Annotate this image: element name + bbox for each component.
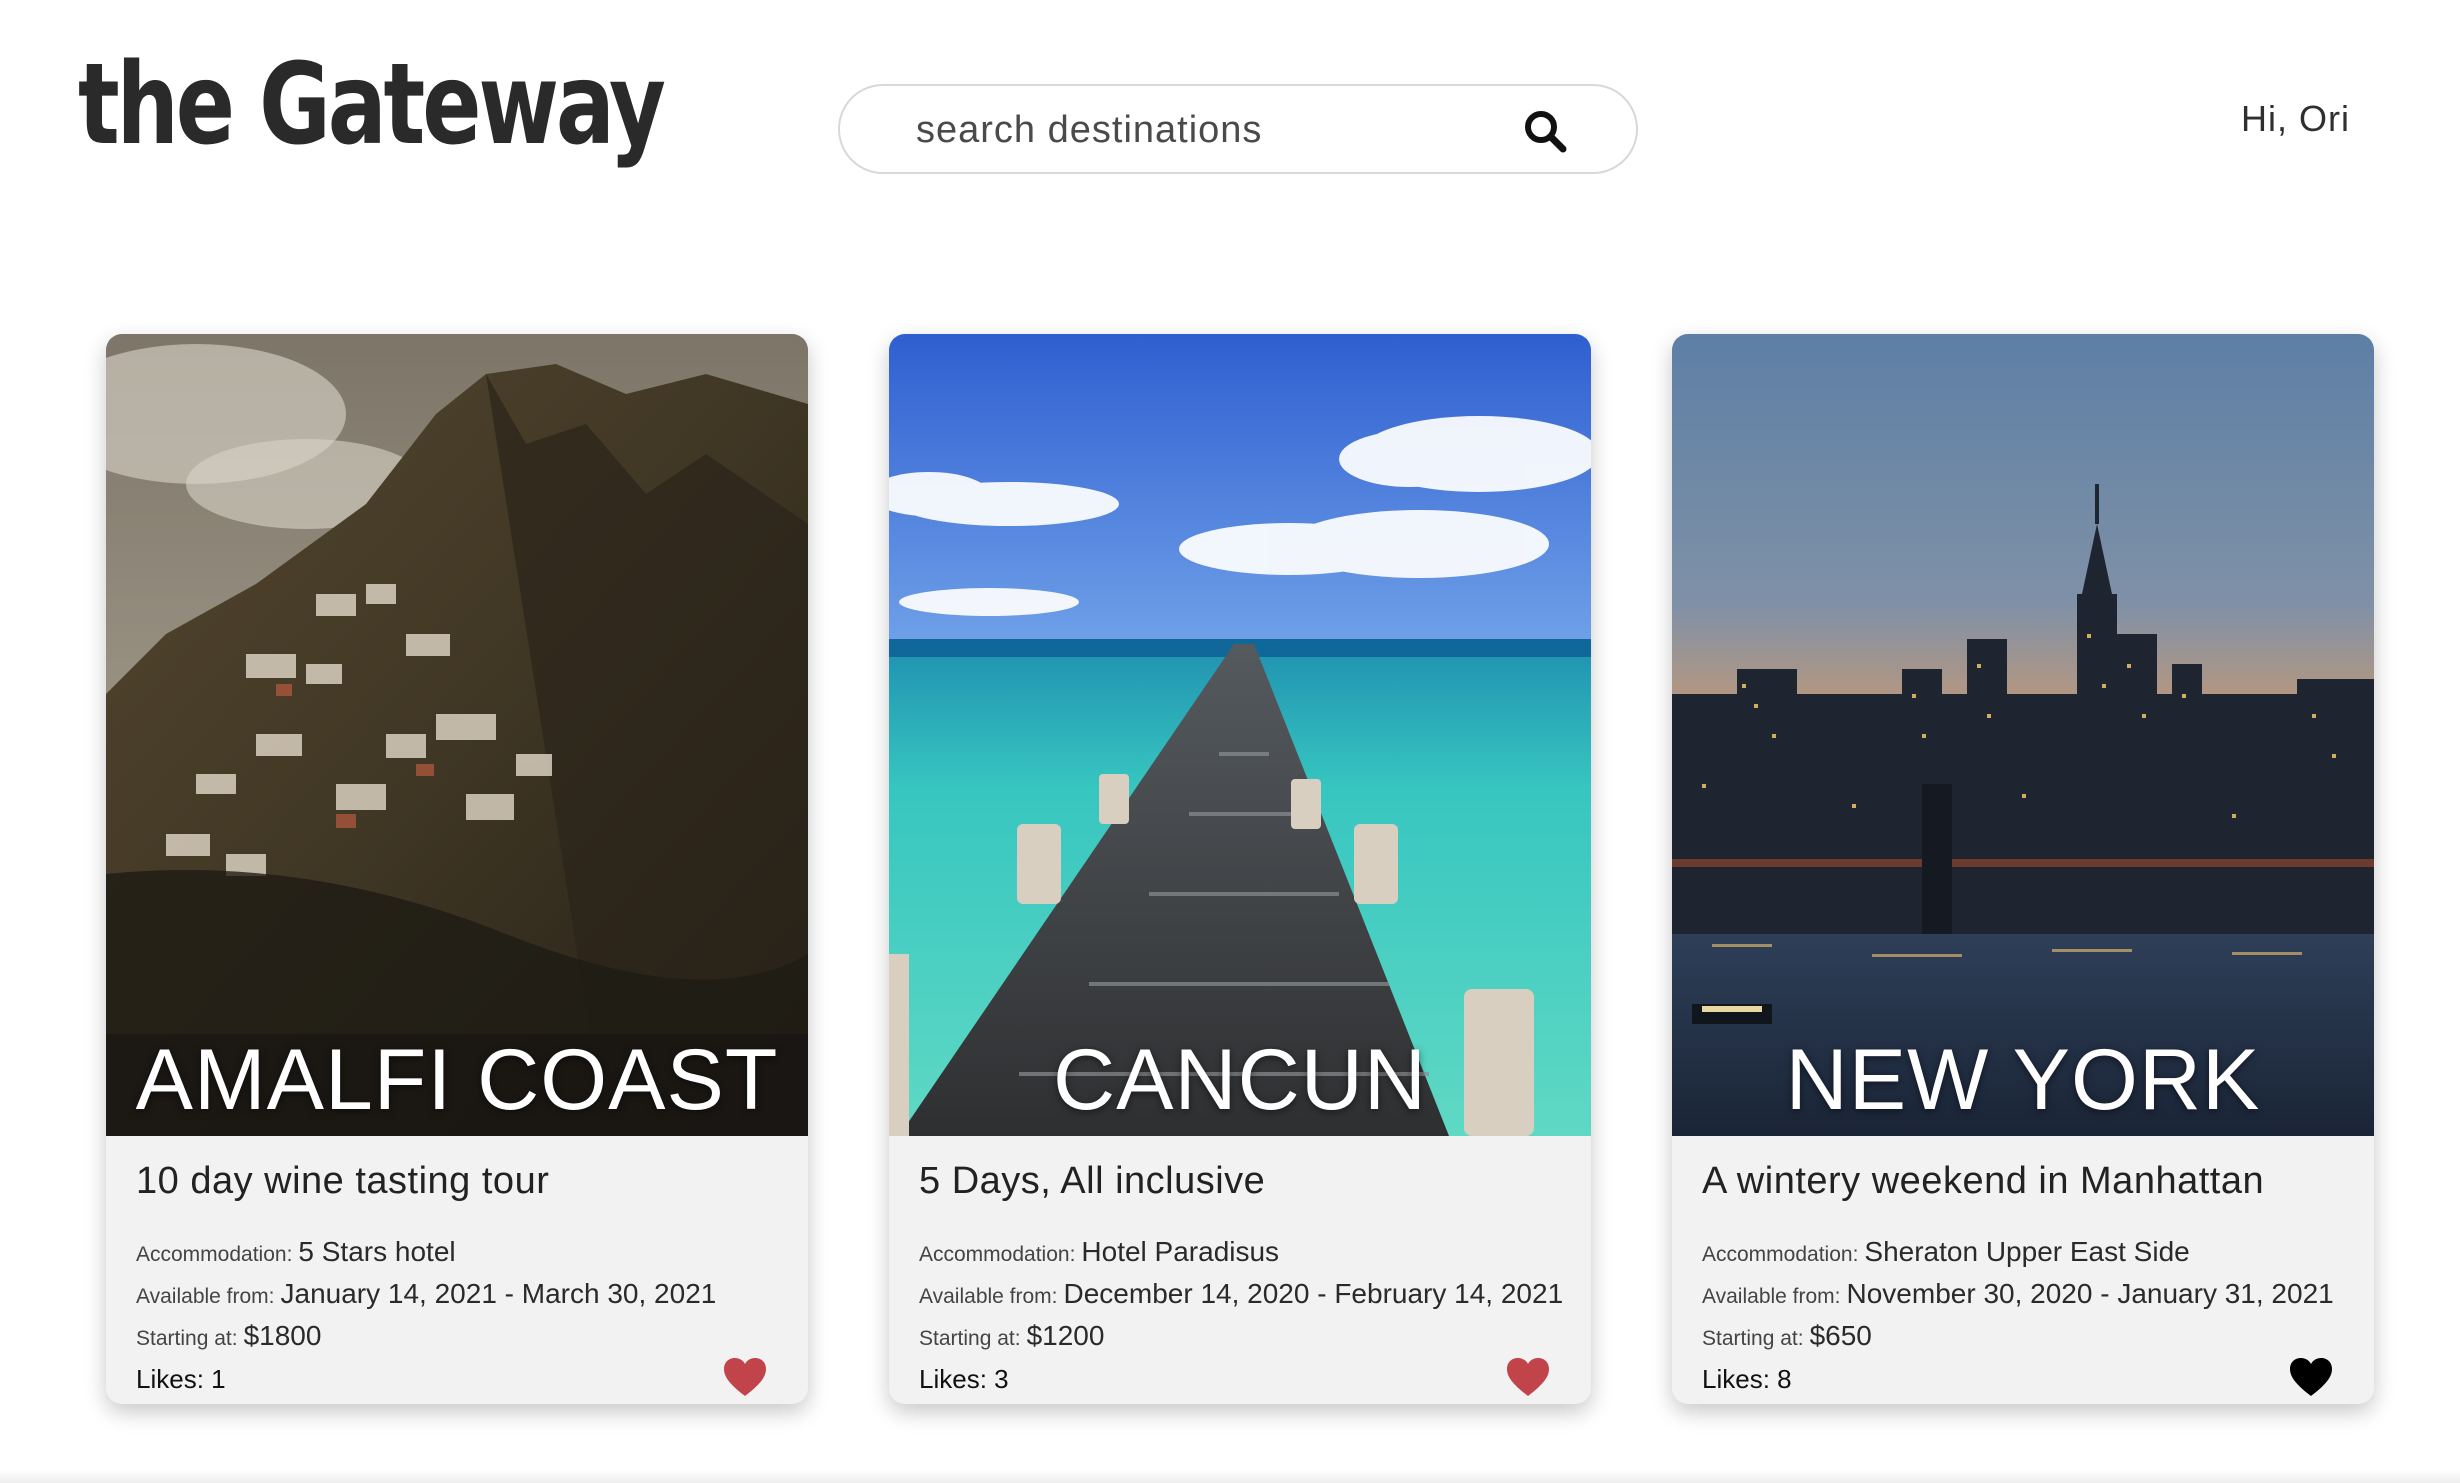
- accommodation-value: Hotel Paradisus: [1081, 1236, 1280, 1267]
- search-bar: [838, 84, 1638, 174]
- card-headline: 5 Days, All inclusive: [919, 1160, 1266, 1202]
- price-label: Starting at:: [919, 1327, 1021, 1350]
- availability-row: Available from: January 14, 2021 - March …: [136, 1278, 716, 1310]
- available-label: Available from:: [136, 1285, 275, 1308]
- card-body: A wintery weekend in Manhattan Accommoda…: [1702, 1136, 2344, 1404]
- accommodation-label: Accommodation:: [136, 1243, 293, 1266]
- accommodation-label: Accommodation:: [1702, 1243, 1859, 1266]
- card-body: 5 Days, All inclusive Accommodation: Hote…: [919, 1136, 1563, 1404]
- price-row: Starting at: $1800: [136, 1320, 321, 1352]
- availability-row: Available from: November 30, 2020 - Janua…: [1702, 1278, 2334, 1310]
- available-value: November 30, 2020 - January 31, 2021: [1846, 1278, 2334, 1309]
- heart-icon: [1507, 1358, 1549, 1396]
- accommodation-row: Accommodation: Hotel Paradisus: [919, 1236, 1279, 1268]
- destination-card[interactable]: CANCUN 5 Days, All inclusive Accommodati…: [889, 334, 1591, 1404]
- destination-title: AMALFI COAST: [135, 1032, 779, 1128]
- available-label: Available from:: [919, 1285, 1058, 1308]
- destination-title: CANCUN: [1053, 1032, 1427, 1128]
- next-row-peek: [0, 1470, 2460, 1483]
- card-headline: A wintery weekend in Manhattan: [1702, 1160, 2265, 1202]
- like-button[interactable]: [2288, 1356, 2334, 1398]
- card-headline: 10 day wine tasting tour: [136, 1160, 550, 1202]
- destination-card[interactable]: AMALFI COAST 10 day wine tasting tour Ac…: [106, 334, 808, 1404]
- accommodation-label: Accommodation:: [919, 1243, 1076, 1266]
- like-button[interactable]: [1505, 1356, 1551, 1398]
- availability-row: Available from: December 14, 2020 - Febru…: [919, 1278, 1563, 1310]
- accommodation-row: Accommodation: Sheraton Upper East Side: [1702, 1236, 2190, 1268]
- like-button[interactable]: [722, 1356, 768, 1398]
- destination-card[interactable]: NEW YORK A wintery weekend in Manhattan …: [1672, 334, 2374, 1404]
- price-label: Starting at:: [136, 1327, 238, 1350]
- price-value: $1800: [243, 1320, 322, 1351]
- destination-image: CANCUN: [889, 334, 1591, 1136]
- page: the Gateway Hi, Ori: [0, 0, 2460, 1483]
- destination-image: NEW YORK: [1672, 334, 2374, 1136]
- price-label: Starting at:: [1702, 1327, 1804, 1350]
- search-icon: [1525, 111, 1567, 153]
- card-body: 10 day wine tasting tour Accommodation: 5…: [136, 1136, 778, 1404]
- search-button[interactable]: [1520, 106, 1570, 156]
- price-value: $1200: [1026, 1320, 1105, 1351]
- accommodation-value: Sheraton Upper East Side: [1864, 1236, 2190, 1267]
- accommodation-value: 5 Stars hotel: [298, 1236, 456, 1267]
- price-value: $650: [1809, 1320, 1872, 1351]
- destination-image: AMALFI COAST: [106, 334, 808, 1136]
- likes-count: Likes: 8: [1702, 1364, 1792, 1394]
- price-row: Starting at: $1200: [919, 1320, 1104, 1352]
- available-value: December 14, 2020 - February 14, 2021: [1063, 1278, 1564, 1309]
- available-label: Available from:: [1702, 1285, 1841, 1308]
- likes-count: Likes: 3: [919, 1364, 1009, 1394]
- price-row: Starting at: $650: [1702, 1320, 1872, 1352]
- accommodation-row: Accommodation: 5 Stars hotel: [136, 1236, 456, 1268]
- site-logo[interactable]: the Gateway: [78, 40, 666, 170]
- destination-title: NEW YORK: [1785, 1032, 2261, 1128]
- search-input[interactable]: [916, 100, 1516, 160]
- available-value: January 14, 2021 - March 30, 2021: [280, 1278, 717, 1309]
- likes-count: Likes: 1: [136, 1364, 226, 1394]
- heart-icon: [724, 1358, 766, 1396]
- user-greeting[interactable]: Hi, Ori: [2241, 98, 2350, 140]
- heart-icon: [2290, 1358, 2332, 1396]
